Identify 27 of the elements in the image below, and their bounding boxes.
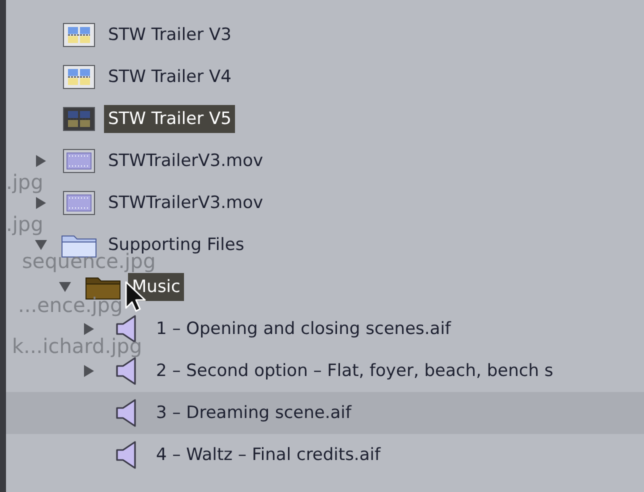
disclosure-triangle[interactable] — [58, 280, 72, 294]
drag-ghost-label: k...ichard.jpg — [12, 335, 142, 357]
speaker-icon — [115, 356, 139, 386]
item-label[interactable]: 2 – Second option – Flat, foyer, beach, bench s — [152, 357, 558, 385]
drag-ghost-label: .jpg — [6, 213, 44, 235]
disclosure-triangle[interactable] — [34, 154, 48, 168]
item-label[interactable]: 1 – Opening and closing scenes.aif — [152, 315, 455, 343]
film-icon — [63, 149, 95, 173]
item-label[interactable]: STW Trailer V4 — [104, 63, 236, 91]
disclosure-triangle[interactable] — [82, 322, 96, 336]
item-label[interactable]: 4 – Waltz – Final credits.aif — [152, 441, 384, 469]
disclosure-triangle[interactable] — [82, 364, 96, 378]
item-label[interactable]: STW Trailer V3 — [104, 21, 236, 49]
item-label[interactable]: 3 – Dreaming scene.aif — [152, 399, 356, 427]
drag-ghost-label: ...ence.jpg — [18, 294, 123, 316]
sequence-icon — [63, 65, 95, 89]
film-icon — [63, 191, 95, 215]
disclosure-triangle[interactable] — [34, 238, 48, 252]
sequence-icon — [63, 23, 95, 47]
sequence-icon — [63, 107, 95, 131]
item-label[interactable]: STW Trailer V5 — [104, 105, 236, 133]
item-label[interactable]: STWTrailerV3.mov — [104, 147, 268, 175]
item-label[interactable]: STWTrailerV3.mov — [104, 189, 268, 217]
speaker-icon — [115, 440, 139, 470]
drag-ghost-label: .jpg — [6, 171, 44, 193]
disclosure-triangle[interactable] — [34, 196, 48, 210]
speaker-icon — [115, 398, 139, 428]
